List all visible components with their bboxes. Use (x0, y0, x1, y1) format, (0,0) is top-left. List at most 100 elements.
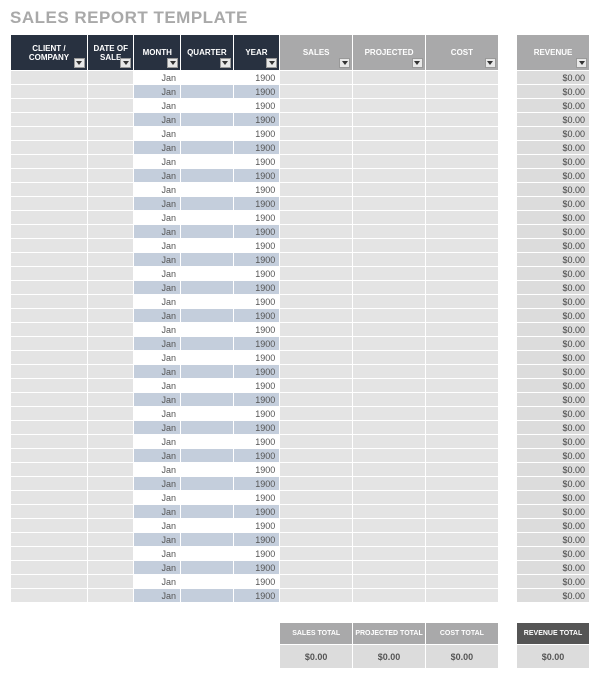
table-row[interactable]: Jan1900$0.00 (11, 533, 590, 547)
cell-sales[interactable] (280, 477, 353, 491)
cell-projected[interactable] (353, 239, 426, 253)
cell-sales[interactable] (280, 225, 353, 239)
cell-sales[interactable] (280, 71, 353, 85)
cell-cost[interactable] (425, 519, 498, 533)
cell-date[interactable] (87, 491, 134, 505)
cell-date[interactable] (87, 295, 134, 309)
table-row[interactable]: Jan1900$0.00 (11, 477, 590, 491)
cell-cost[interactable] (425, 85, 498, 99)
table-row[interactable]: Jan1900$0.00 (11, 127, 590, 141)
cell-projected[interactable] (353, 435, 426, 449)
cell-date[interactable] (87, 281, 134, 295)
cell-sales[interactable] (280, 281, 353, 295)
cell-sales[interactable] (280, 337, 353, 351)
cell-date[interactable] (87, 253, 134, 267)
cell-sales[interactable] (280, 463, 353, 477)
table-row[interactable]: Jan1900$0.00 (11, 463, 590, 477)
cell-cost[interactable] (425, 309, 498, 323)
cell-sales[interactable] (280, 575, 353, 589)
cell-cost[interactable] (425, 127, 498, 141)
cell-date[interactable] (87, 197, 134, 211)
cell-projected[interactable] (353, 547, 426, 561)
table-row[interactable]: Jan1900$0.00 (11, 113, 590, 127)
cell-client[interactable] (11, 407, 88, 421)
cell-cost[interactable] (425, 225, 498, 239)
cell-sales[interactable] (280, 211, 353, 225)
cell-client[interactable] (11, 477, 88, 491)
cell-date[interactable] (87, 239, 134, 253)
cell-cost[interactable] (425, 253, 498, 267)
table-row[interactable]: Jan1900$0.00 (11, 407, 590, 421)
filter-icon[interactable] (120, 58, 131, 68)
cell-date[interactable] (87, 99, 134, 113)
cell-cost[interactable] (425, 155, 498, 169)
cell-date[interactable] (87, 211, 134, 225)
cell-projected[interactable] (353, 141, 426, 155)
cell-cost[interactable] (425, 421, 498, 435)
cell-cost[interactable] (425, 295, 498, 309)
cell-cost[interactable] (425, 435, 498, 449)
cell-client[interactable] (11, 309, 88, 323)
table-row[interactable]: Jan1900$0.00 (11, 435, 590, 449)
cell-projected[interactable] (353, 183, 426, 197)
cell-projected[interactable] (353, 99, 426, 113)
table-row[interactable]: Jan1900$0.00 (11, 169, 590, 183)
cell-client[interactable] (11, 71, 88, 85)
cell-client[interactable] (11, 519, 88, 533)
cell-projected[interactable] (353, 155, 426, 169)
cell-projected[interactable] (353, 197, 426, 211)
cell-client[interactable] (11, 169, 88, 183)
cell-date[interactable] (87, 379, 134, 393)
table-row[interactable]: Jan1900$0.00 (11, 71, 590, 85)
cell-cost[interactable] (425, 393, 498, 407)
cell-client[interactable] (11, 421, 88, 435)
filter-icon[interactable] (485, 58, 496, 68)
cell-date[interactable] (87, 477, 134, 491)
cell-client[interactable] (11, 435, 88, 449)
table-row[interactable]: Jan1900$0.00 (11, 561, 590, 575)
cell-date[interactable] (87, 127, 134, 141)
filter-icon[interactable] (74, 58, 85, 68)
cell-projected[interactable] (353, 351, 426, 365)
cell-cost[interactable] (425, 491, 498, 505)
cell-projected[interactable] (353, 309, 426, 323)
table-row[interactable]: Jan1900$0.00 (11, 155, 590, 169)
cell-date[interactable] (87, 365, 134, 379)
cell-sales[interactable] (280, 365, 353, 379)
cell-projected[interactable] (353, 505, 426, 519)
cell-client[interactable] (11, 323, 88, 337)
table-row[interactable]: Jan1900$0.00 (11, 351, 590, 365)
cell-sales[interactable] (280, 407, 353, 421)
cell-cost[interactable] (425, 337, 498, 351)
cell-date[interactable] (87, 393, 134, 407)
cell-cost[interactable] (425, 449, 498, 463)
cell-cost[interactable] (425, 589, 498, 603)
filter-icon[interactable] (412, 58, 423, 68)
table-row[interactable]: Jan1900$0.00 (11, 547, 590, 561)
cell-cost[interactable] (425, 281, 498, 295)
cell-sales[interactable] (280, 127, 353, 141)
cell-cost[interactable] (425, 547, 498, 561)
cell-cost[interactable] (425, 463, 498, 477)
table-row[interactable]: Jan1900$0.00 (11, 211, 590, 225)
table-row[interactable]: Jan1900$0.00 (11, 379, 590, 393)
cell-sales[interactable] (280, 519, 353, 533)
cell-projected[interactable] (353, 449, 426, 463)
cell-date[interactable] (87, 435, 134, 449)
cell-projected[interactable] (353, 561, 426, 575)
table-row[interactable]: Jan1900$0.00 (11, 281, 590, 295)
cell-client[interactable] (11, 239, 88, 253)
cell-client[interactable] (11, 379, 88, 393)
cell-projected[interactable] (353, 365, 426, 379)
cell-sales[interactable] (280, 491, 353, 505)
cell-projected[interactable] (353, 393, 426, 407)
cell-client[interactable] (11, 281, 88, 295)
filter-icon[interactable] (576, 58, 587, 68)
cell-client[interactable] (11, 575, 88, 589)
cell-sales[interactable] (280, 589, 353, 603)
filter-icon[interactable] (266, 58, 277, 68)
table-row[interactable]: Jan1900$0.00 (11, 519, 590, 533)
cell-date[interactable] (87, 463, 134, 477)
cell-client[interactable] (11, 533, 88, 547)
table-row[interactable]: Jan1900$0.00 (11, 225, 590, 239)
